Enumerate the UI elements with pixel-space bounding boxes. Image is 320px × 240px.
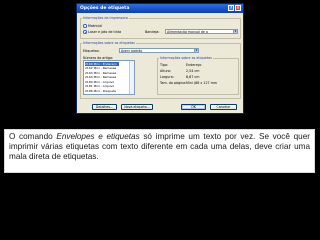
details-button[interactable]: Detalhes... — [92, 104, 117, 110]
width-key: Largura: — [160, 75, 174, 79]
tray-select[interactable]: Alimentação manual de p ▼ — [165, 29, 238, 34]
laser-inkjet-label: Laser e jato de tinta — [88, 29, 122, 34]
list-item[interactable]: 2180 Mini - Arquivo — [85, 80, 114, 84]
ok-button[interactable]: OK — [181, 104, 206, 110]
product-number-label: Número do artigo: — [83, 55, 114, 60]
width-value: 6,67 cm — [186, 75, 200, 79]
help-icon[interactable]: ? — [228, 5, 234, 11]
label-info-legend: Informações sobre as etiquetas — [82, 41, 136, 45]
list-item[interactable]: 2186 Mini - Disquete — [85, 89, 116, 93]
label-details-legend: Informações sobre as etiquetas — [159, 56, 213, 60]
dialog-title: Opções de etiqueta — [80, 6, 130, 11]
labels-label: Etiquetas: — [83, 48, 100, 53]
type-value: Endereço — [186, 63, 202, 67]
labels-select[interactable]: Avery padrão ▼ — [119, 48, 199, 53]
list-item[interactable]: 2163 Mini - Remessa — [85, 71, 116, 75]
chevron-down-icon[interactable]: ▼ — [194, 49, 198, 52]
type-key: Tipo: — [160, 63, 169, 67]
dialog-titlebar: Opções de etiqueta ? × — [77, 4, 243, 13]
new-label-button[interactable]: Nova etiqueta... — [121, 104, 153, 110]
laser-inkjet-radio[interactable] — [83, 30, 87, 34]
list-scrollbar[interactable] — [129, 61, 134, 94]
product-number-list[interactable]: 2160 Mini - Endereço 2162 Mini - Remessa… — [83, 60, 135, 95]
label-options-dialog: Opções de etiqueta ? × Informações da im… — [76, 3, 244, 114]
tray-value: Alimentação manual de p — [167, 30, 208, 34]
chevron-down-icon[interactable]: ▼ — [233, 30, 237, 33]
dot-matrix-radio[interactable] — [83, 24, 87, 28]
caption-before: O comando — [9, 132, 57, 141]
caption-text: O comando Envelopes e etiquetas só impri… — [9, 132, 310, 163]
caption-box: O comando Envelopes e etiquetas só impri… — [4, 129, 315, 173]
tray-label: Bandeja: — [145, 29, 160, 34]
page-size-key: Tam. da página: — [160, 81, 187, 85]
dot-matrix-label: Matricial — [88, 23, 103, 28]
list-item[interactable]: 2162 Mini - Remessa — [85, 66, 116, 70]
cancel-button[interactable]: Cancelar — [210, 104, 237, 110]
list-item[interactable]: 2181 Mini - Arquivo — [85, 84, 114, 88]
height-key: Altura: — [160, 69, 172, 73]
list-item[interactable]: 2160 Mini - Endereço — [85, 61, 119, 66]
close-icon[interactable]: × — [235, 5, 241, 11]
height-value: 2,54 cm — [186, 69, 200, 73]
printer-info-legend: Informações da impressora — [82, 16, 129, 20]
list-item[interactable]: 2164 Mini - Remessa — [85, 75, 116, 79]
labels-value: Avery padrão — [121, 49, 143, 53]
page-size-value: Mini (68 x 127 mm — [186, 81, 218, 85]
caption-command-name: Envelopes e etiquetas — [56, 132, 140, 141]
